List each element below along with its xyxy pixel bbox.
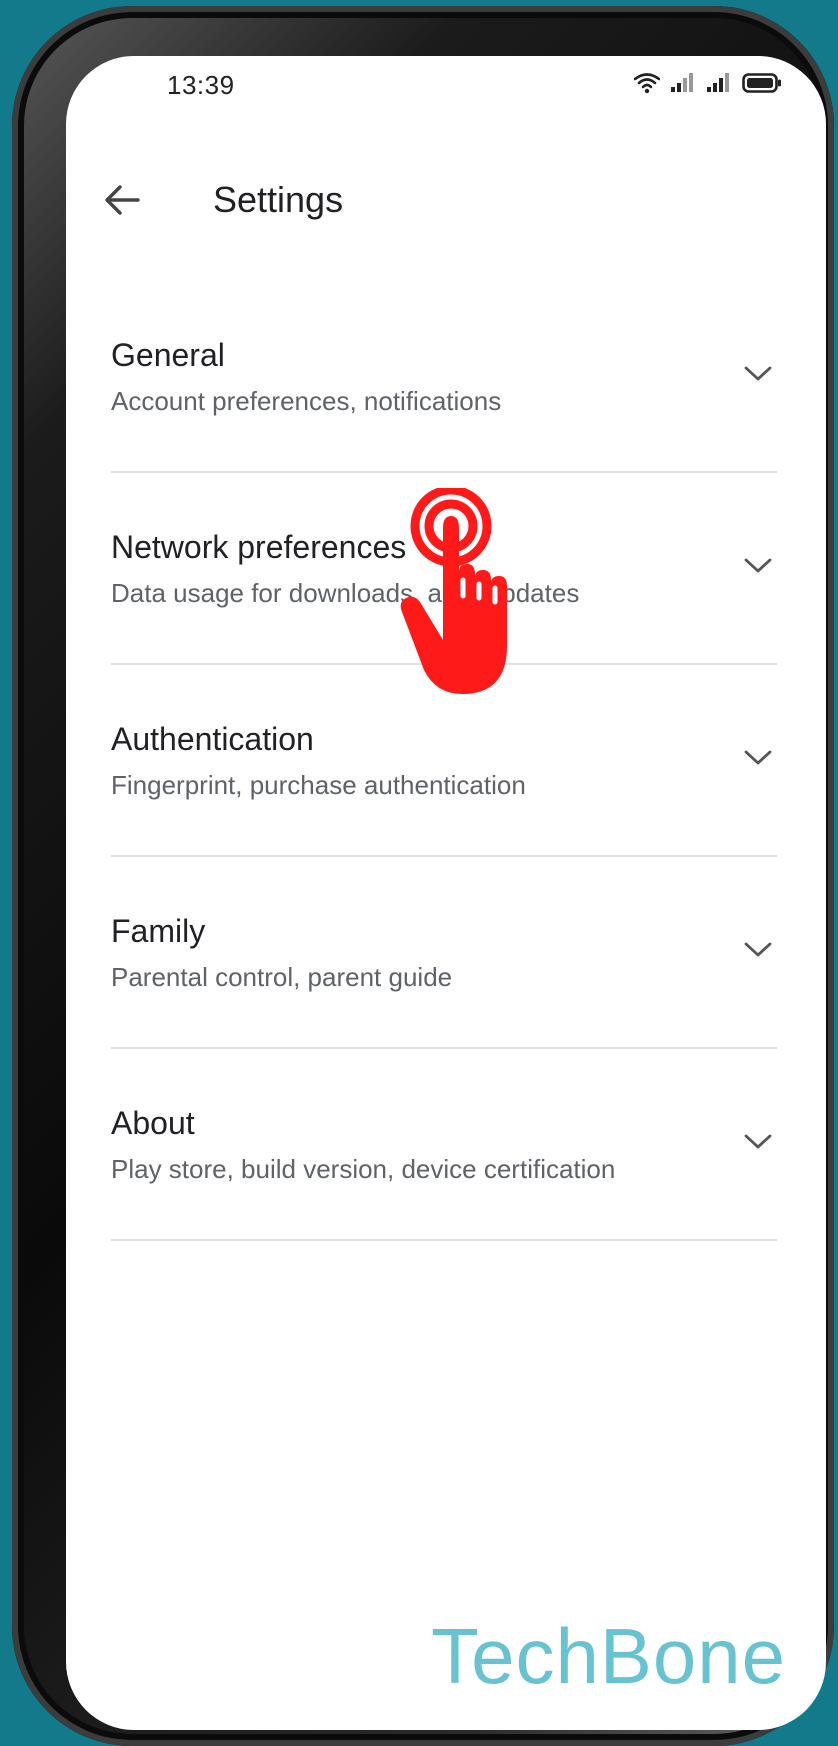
- item-title: Family: [111, 913, 206, 949]
- item-subtitle: Parental control, parent guide: [111, 962, 453, 992]
- chevron-down-icon[interactable]: [741, 548, 775, 582]
- back-button[interactable]: [100, 178, 144, 222]
- tap-hand-icon: [400, 488, 507, 694]
- settings-item-family[interactable]: Family Parental control, parent guide: [111, 857, 777, 1049]
- status-icons: [634, 72, 782, 94]
- chevron-down-icon[interactable]: [741, 356, 775, 390]
- item-title: Authentication: [111, 721, 314, 757]
- battery-icon: [742, 73, 781, 93]
- item-subtitle: Fingerprint, purchase authentication: [111, 770, 526, 800]
- wifi-icon: [634, 73, 660, 94]
- page-title: Settings: [213, 179, 344, 220]
- screen: 13:39 Settings General Account preferenc…: [66, 56, 826, 1730]
- chevron-down-icon[interactable]: [741, 1124, 775, 1158]
- phone-frame: 13:39 Settings General Account preferenc…: [12, 6, 834, 1746]
- signal-icon: [671, 73, 693, 92]
- item-title: Network preferences: [111, 529, 407, 565]
- chevron-down-icon[interactable]: [741, 740, 775, 774]
- settings-item-about[interactable]: About Play store, build version, device …: [111, 1049, 777, 1241]
- status-time: 13:39: [167, 70, 235, 100]
- status-bar: 13:39: [66, 56, 826, 116]
- app-bar: Settings: [66, 160, 826, 240]
- chevron-down-icon[interactable]: [741, 932, 775, 966]
- item-title: About: [111, 1105, 195, 1141]
- item-subtitle: Account preferences, notifications: [111, 386, 502, 416]
- item-title: General: [111, 337, 225, 373]
- settings-item-general[interactable]: General Account preferences, notificatio…: [111, 281, 777, 473]
- techbone-watermark: TechBone: [431, 1612, 786, 1700]
- settings-list: General Account preferences, notificatio…: [111, 281, 777, 1241]
- item-subtitle: Play store, build version, device certif…: [111, 1154, 616, 1184]
- signal-icon: [707, 73, 729, 92]
- arrow-back-icon: [105, 185, 140, 215]
